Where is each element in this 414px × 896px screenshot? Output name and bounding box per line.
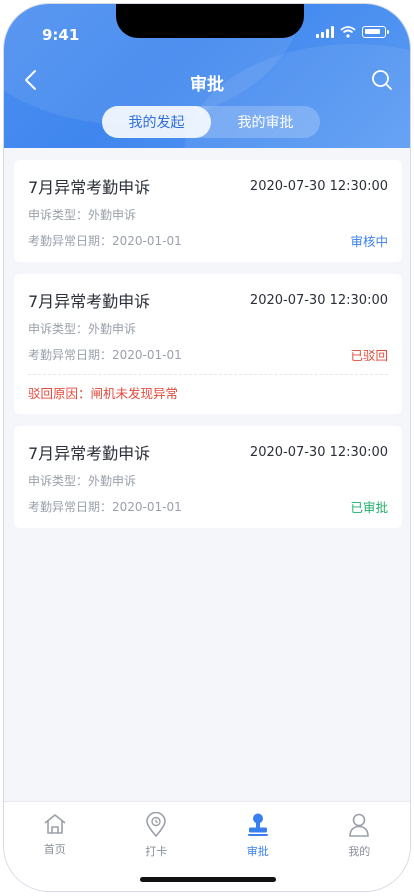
card-title: 7月异常考勤申诉 (28, 292, 151, 311)
status-badge: 已审批 (350, 500, 388, 515)
card-type: 申诉类型：外勤申诉 (28, 208, 137, 222)
divider (28, 374, 388, 375)
search-icon[interactable] (370, 68, 394, 92)
user-icon (349, 813, 370, 837)
card-date: 考勤异常日期：2020-01-01 (28, 234, 182, 248)
approval-list: 7月异常考勤申诉 2020-07-30 12:30:00 申诉类型：外勤申诉 考… (14, 160, 402, 540)
header: 9:41 审批 我的发起 我的审批 (4, 4, 410, 148)
reject-reason: 驳回原因：闸机未发现异常 (28, 386, 179, 401)
card-time: 2020-07-30 12:30:00 (249, 292, 388, 308)
notch (116, 4, 304, 38)
tab-my-initiated[interactable]: 我的发起 (102, 106, 211, 138)
tab-my-approvals[interactable]: 我的审批 (211, 106, 320, 138)
status-time: 9:41 (42, 26, 80, 44)
approval-card[interactable]: 7月异常考勤申诉 2020-07-30 12:30:00 申诉类型：外勤申诉 考… (14, 274, 402, 414)
approval-card[interactable]: 7月异常考勤申诉 2020-07-30 12:30:00 申诉类型：外勤申诉 考… (14, 426, 402, 528)
tabbar-item-home[interactable]: 首页 (4, 802, 106, 891)
phone-frame: 9:41 审批 我的发起 我的审批 7月异常考勤申诉 2020-07-30 12… (3, 3, 411, 892)
card-time: 2020-07-30 12:30:00 (249, 178, 388, 194)
signal-icon (316, 26, 334, 38)
status-badge: 审核中 (350, 234, 388, 249)
home-icon (44, 814, 66, 834)
stamp-icon (247, 813, 268, 836)
tabbar-item-profile[interactable]: 我的 (309, 802, 411, 891)
battery-icon (362, 26, 389, 38)
card-date: 考勤异常日期：2020-01-01 (28, 500, 182, 514)
tabbar-label: 首页 (43, 843, 66, 856)
location-pin-icon (146, 812, 167, 838)
tabbar-label: 我的 (348, 845, 371, 858)
card-title: 7月异常考勤申诉 (28, 444, 151, 463)
tabbar-label: 打卡 (145, 845, 168, 858)
segmented-control: 我的发起 我的审批 (102, 106, 320, 138)
tab-bar: 首页 打卡 审批 我的 (4, 801, 410, 891)
wifi-icon (340, 26, 356, 38)
status-icons (316, 26, 389, 38)
card-type: 申诉类型：外勤申诉 (28, 322, 137, 336)
card-title: 7月异常考勤申诉 (28, 178, 151, 197)
card-date: 考勤异常日期：2020-01-01 (28, 348, 182, 362)
home-indicator (140, 877, 276, 882)
approval-card[interactable]: 7月异常考勤申诉 2020-07-30 12:30:00 申诉类型：外勤申诉 考… (14, 160, 402, 262)
card-time: 2020-07-30 12:30:00 (249, 444, 388, 460)
status-badge: 已驳回 (350, 348, 388, 363)
card-type: 申诉类型：外勤申诉 (28, 474, 137, 488)
page-title: 审批 (190, 75, 224, 95)
tabbar-label: 审批 (246, 845, 269, 858)
